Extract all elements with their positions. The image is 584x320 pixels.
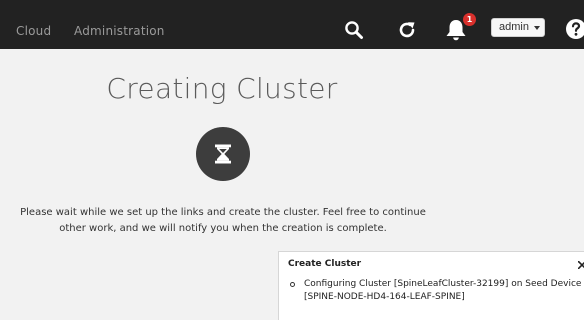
nav-link-cloud[interactable]: Cloud — [16, 24, 51, 38]
user-menu-button[interactable]: admin — [491, 18, 545, 37]
hourglass-icon — [215, 144, 231, 164]
bullet-icon — [290, 282, 295, 287]
list-item-text: Configuring Cluster [SpineLeafCluster-32… — [304, 279, 582, 302]
chevron-down-icon — [534, 26, 540, 30]
create-cluster-panel: Create Cluster Configuring Cluster [Spin… — [278, 251, 584, 320]
search-icon[interactable] — [344, 20, 364, 40]
page-title: Creating Cluster — [106, 72, 338, 105]
close-icon[interactable] — [577, 254, 584, 270]
help-icon[interactable] — [565, 18, 584, 40]
panel-title: Create Cluster — [288, 259, 362, 269]
nav-link-administration[interactable]: Administration — [74, 24, 165, 38]
user-menu-label: admin — [499, 21, 529, 33]
top-navbar: Cloud Administration 1 admin — [0, 0, 584, 49]
panel-status-list: Configuring Cluster [SpineLeafCluster-32… — [279, 278, 583, 304]
list-item: Configuring Cluster [SpineLeafCluster-32… — [279, 278, 583, 304]
refresh-icon[interactable] — [397, 20, 417, 40]
status-indicator — [196, 127, 250, 181]
notification-badge: 1 — [463, 13, 476, 26]
wait-message: Please wait while we set up the links an… — [20, 207, 426, 234]
